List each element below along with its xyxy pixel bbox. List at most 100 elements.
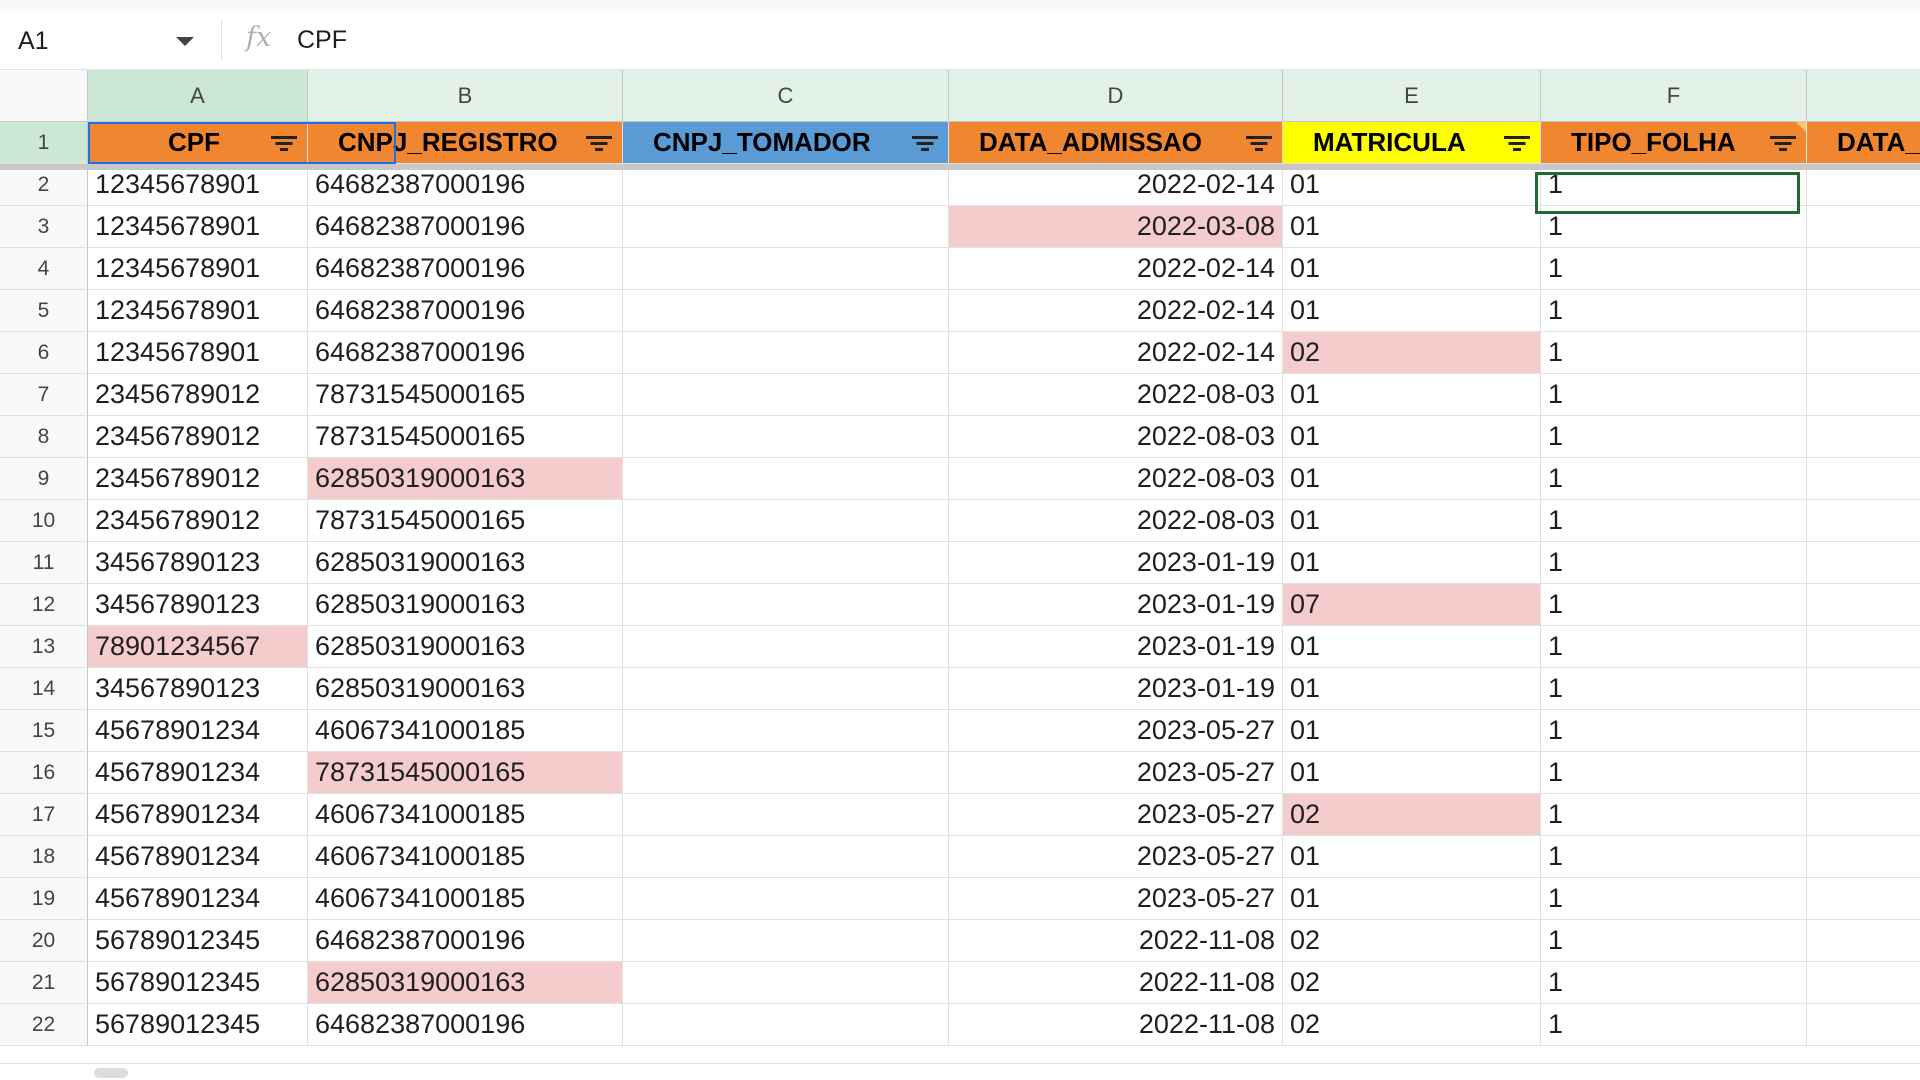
cell-g[interactable] <box>1807 962 1920 1004</box>
header-cnpj-registro[interactable]: CNPJ_REGISTRO <box>308 122 623 164</box>
cell-matricula[interactable]: 02 <box>1283 920 1541 962</box>
cell-g[interactable] <box>1807 332 1920 374</box>
cell-matricula[interactable]: 01 <box>1283 710 1541 752</box>
cell-matricula[interactable]: 01 <box>1283 164 1541 206</box>
cell-cpf[interactable]: 45678901234 <box>88 794 308 836</box>
cell-matricula[interactable]: 01 <box>1283 626 1541 668</box>
cell-tipo-folha[interactable]: 1 <box>1541 1004 1807 1046</box>
cell-cnpj-tomador[interactable] <box>623 500 949 542</box>
cell-cnpj-registro[interactable]: 64682387000196 <box>308 290 623 332</box>
cell-cpf[interactable]: 56789012345 <box>88 962 308 1004</box>
cell-cnpj-tomador[interactable] <box>623 1004 949 1046</box>
cell-cnpj-registro[interactable]: 78731545000165 <box>308 374 623 416</box>
cell-cnpj-tomador[interactable] <box>623 668 949 710</box>
select-all-corner[interactable] <box>0 70 88 122</box>
cell-cnpj-registro[interactable]: 62850319000163 <box>308 668 623 710</box>
row-header-6[interactable]: 6 <box>0 332 88 374</box>
cell-cnpj-registro[interactable]: 62850319000163 <box>308 542 623 584</box>
header-cnpj-tomador[interactable]: CNPJ_TOMADOR <box>623 122 949 164</box>
cell-data-admissao[interactable]: 2023-01-19 <box>949 542 1283 584</box>
cell-g[interactable] <box>1807 668 1920 710</box>
cell-cnpj-tomador[interactable] <box>623 206 949 248</box>
column-header-d[interactable]: D <box>949 70 1283 122</box>
row-header-3[interactable]: 3 <box>0 206 88 248</box>
cell-tipo-folha[interactable]: 1 <box>1541 332 1807 374</box>
header-tipo-folha[interactable]: TIPO_FOLHA <box>1541 122 1807 164</box>
column-header-a[interactable]: A <box>88 70 308 122</box>
cell-g[interactable] <box>1807 164 1920 206</box>
cell-cpf[interactable]: 23456789012 <box>88 500 308 542</box>
cell-matricula[interactable]: 02 <box>1283 332 1541 374</box>
cell-tipo-folha[interactable]: 1 <box>1541 500 1807 542</box>
cell-cpf[interactable]: 23456789012 <box>88 458 308 500</box>
cell-matricula[interactable]: 01 <box>1283 416 1541 458</box>
row-header-13[interactable]: 13 <box>0 626 88 668</box>
scrollbar-thumb[interactable] <box>94 1068 128 1078</box>
cell-matricula[interactable]: 01 <box>1283 374 1541 416</box>
cell-cnpj-tomador[interactable] <box>623 710 949 752</box>
row-header-16[interactable]: 16 <box>0 752 88 794</box>
cell-cpf[interactable]: 23456789012 <box>88 374 308 416</box>
cell-tipo-folha[interactable]: 1 <box>1541 248 1807 290</box>
cell-tipo-folha[interactable]: 1 <box>1541 416 1807 458</box>
header-data-admissao[interactable]: DATA_ADMISSAO <box>949 122 1283 164</box>
cell-g[interactable] <box>1807 206 1920 248</box>
cell-data-admissao[interactable]: 2023-01-19 <box>949 584 1283 626</box>
cell-data-admissao[interactable]: 2022-11-08 <box>949 920 1283 962</box>
cell-cnpj-registro[interactable]: 62850319000163 <box>308 458 623 500</box>
cell-tipo-folha[interactable]: 1 <box>1541 794 1807 836</box>
cell-cnpj-tomador[interactable] <box>623 164 949 206</box>
row-header-20[interactable]: 20 <box>0 920 88 962</box>
row-header-22[interactable]: 22 <box>0 1004 88 1046</box>
cell-cnpj-tomador[interactable] <box>623 752 949 794</box>
cell-data-admissao[interactable]: 2022-08-03 <box>949 374 1283 416</box>
cell-matricula[interactable]: 01 <box>1283 458 1541 500</box>
cell-data-admissao[interactable]: 2022-03-08 <box>949 206 1283 248</box>
cell-g[interactable] <box>1807 752 1920 794</box>
cell-cpf[interactable]: 34567890123 <box>88 584 308 626</box>
cell-data-admissao[interactable]: 2023-05-27 <box>949 836 1283 878</box>
cell-g[interactable] <box>1807 836 1920 878</box>
cell-data-admissao[interactable]: 2022-08-03 <box>949 458 1283 500</box>
cell-matricula[interactable]: 01 <box>1283 248 1541 290</box>
cell-data-admissao[interactable]: 2023-05-27 <box>949 710 1283 752</box>
cell-data-admissao[interactable]: 2023-05-27 <box>949 794 1283 836</box>
cell-cpf[interactable]: 45678901234 <box>88 878 308 920</box>
row-header-12[interactable]: 12 <box>0 584 88 626</box>
cell-g[interactable] <box>1807 1004 1920 1046</box>
cell-cnpj-tomador[interactable] <box>623 332 949 374</box>
cell-cpf[interactable]: 56789012345 <box>88 920 308 962</box>
cell-cnpj-tomador[interactable] <box>623 962 949 1004</box>
cell-matricula[interactable]: 01 <box>1283 752 1541 794</box>
cell-cnpj-tomador[interactable] <box>623 626 949 668</box>
cell-data-admissao[interactable]: 2023-05-27 <box>949 752 1283 794</box>
cell-tipo-folha[interactable]: 1 <box>1541 290 1807 332</box>
cell-g[interactable] <box>1807 920 1920 962</box>
row-header-11[interactable]: 11 <box>0 542 88 584</box>
cell-cnpj-registro[interactable]: 62850319000163 <box>308 626 623 668</box>
cell-tipo-folha[interactable]: 1 <box>1541 164 1807 206</box>
filter-icon[interactable] <box>1246 136 1272 152</box>
cell-g[interactable] <box>1807 374 1920 416</box>
horizontal-scrollbar[interactable] <box>0 1063 1920 1080</box>
cell-cnpj-registro[interactable]: 46067341000185 <box>308 836 623 878</box>
cell-cnpj-registro[interactable]: 64682387000196 <box>308 920 623 962</box>
cell-cpf[interactable]: 45678901234 <box>88 710 308 752</box>
cell-data-admissao[interactable]: 2022-02-14 <box>949 332 1283 374</box>
filter-icon[interactable] <box>271 136 297 152</box>
row-header-15[interactable]: 15 <box>0 710 88 752</box>
cell-cpf[interactable]: 45678901234 <box>88 836 308 878</box>
cell-cpf[interactable]: 12345678901 <box>88 332 308 374</box>
cell-cnpj-tomador[interactable] <box>623 416 949 458</box>
row-header-2[interactable]: 2 <box>0 164 88 206</box>
cell-tipo-folha[interactable]: 1 <box>1541 878 1807 920</box>
cell-g[interactable] <box>1807 626 1920 668</box>
cell-g[interactable] <box>1807 248 1920 290</box>
cell-cnpj-tomador[interactable] <box>623 920 949 962</box>
row-header-18[interactable]: 18 <box>0 836 88 878</box>
cell-tipo-folha[interactable]: 1 <box>1541 458 1807 500</box>
cell-matricula[interactable]: 01 <box>1283 290 1541 332</box>
header-data-truncated[interactable]: DATA_ <box>1807 122 1920 164</box>
cell-cnpj-registro[interactable]: 64682387000196 <box>308 1004 623 1046</box>
column-header-f[interactable]: F <box>1541 70 1807 122</box>
